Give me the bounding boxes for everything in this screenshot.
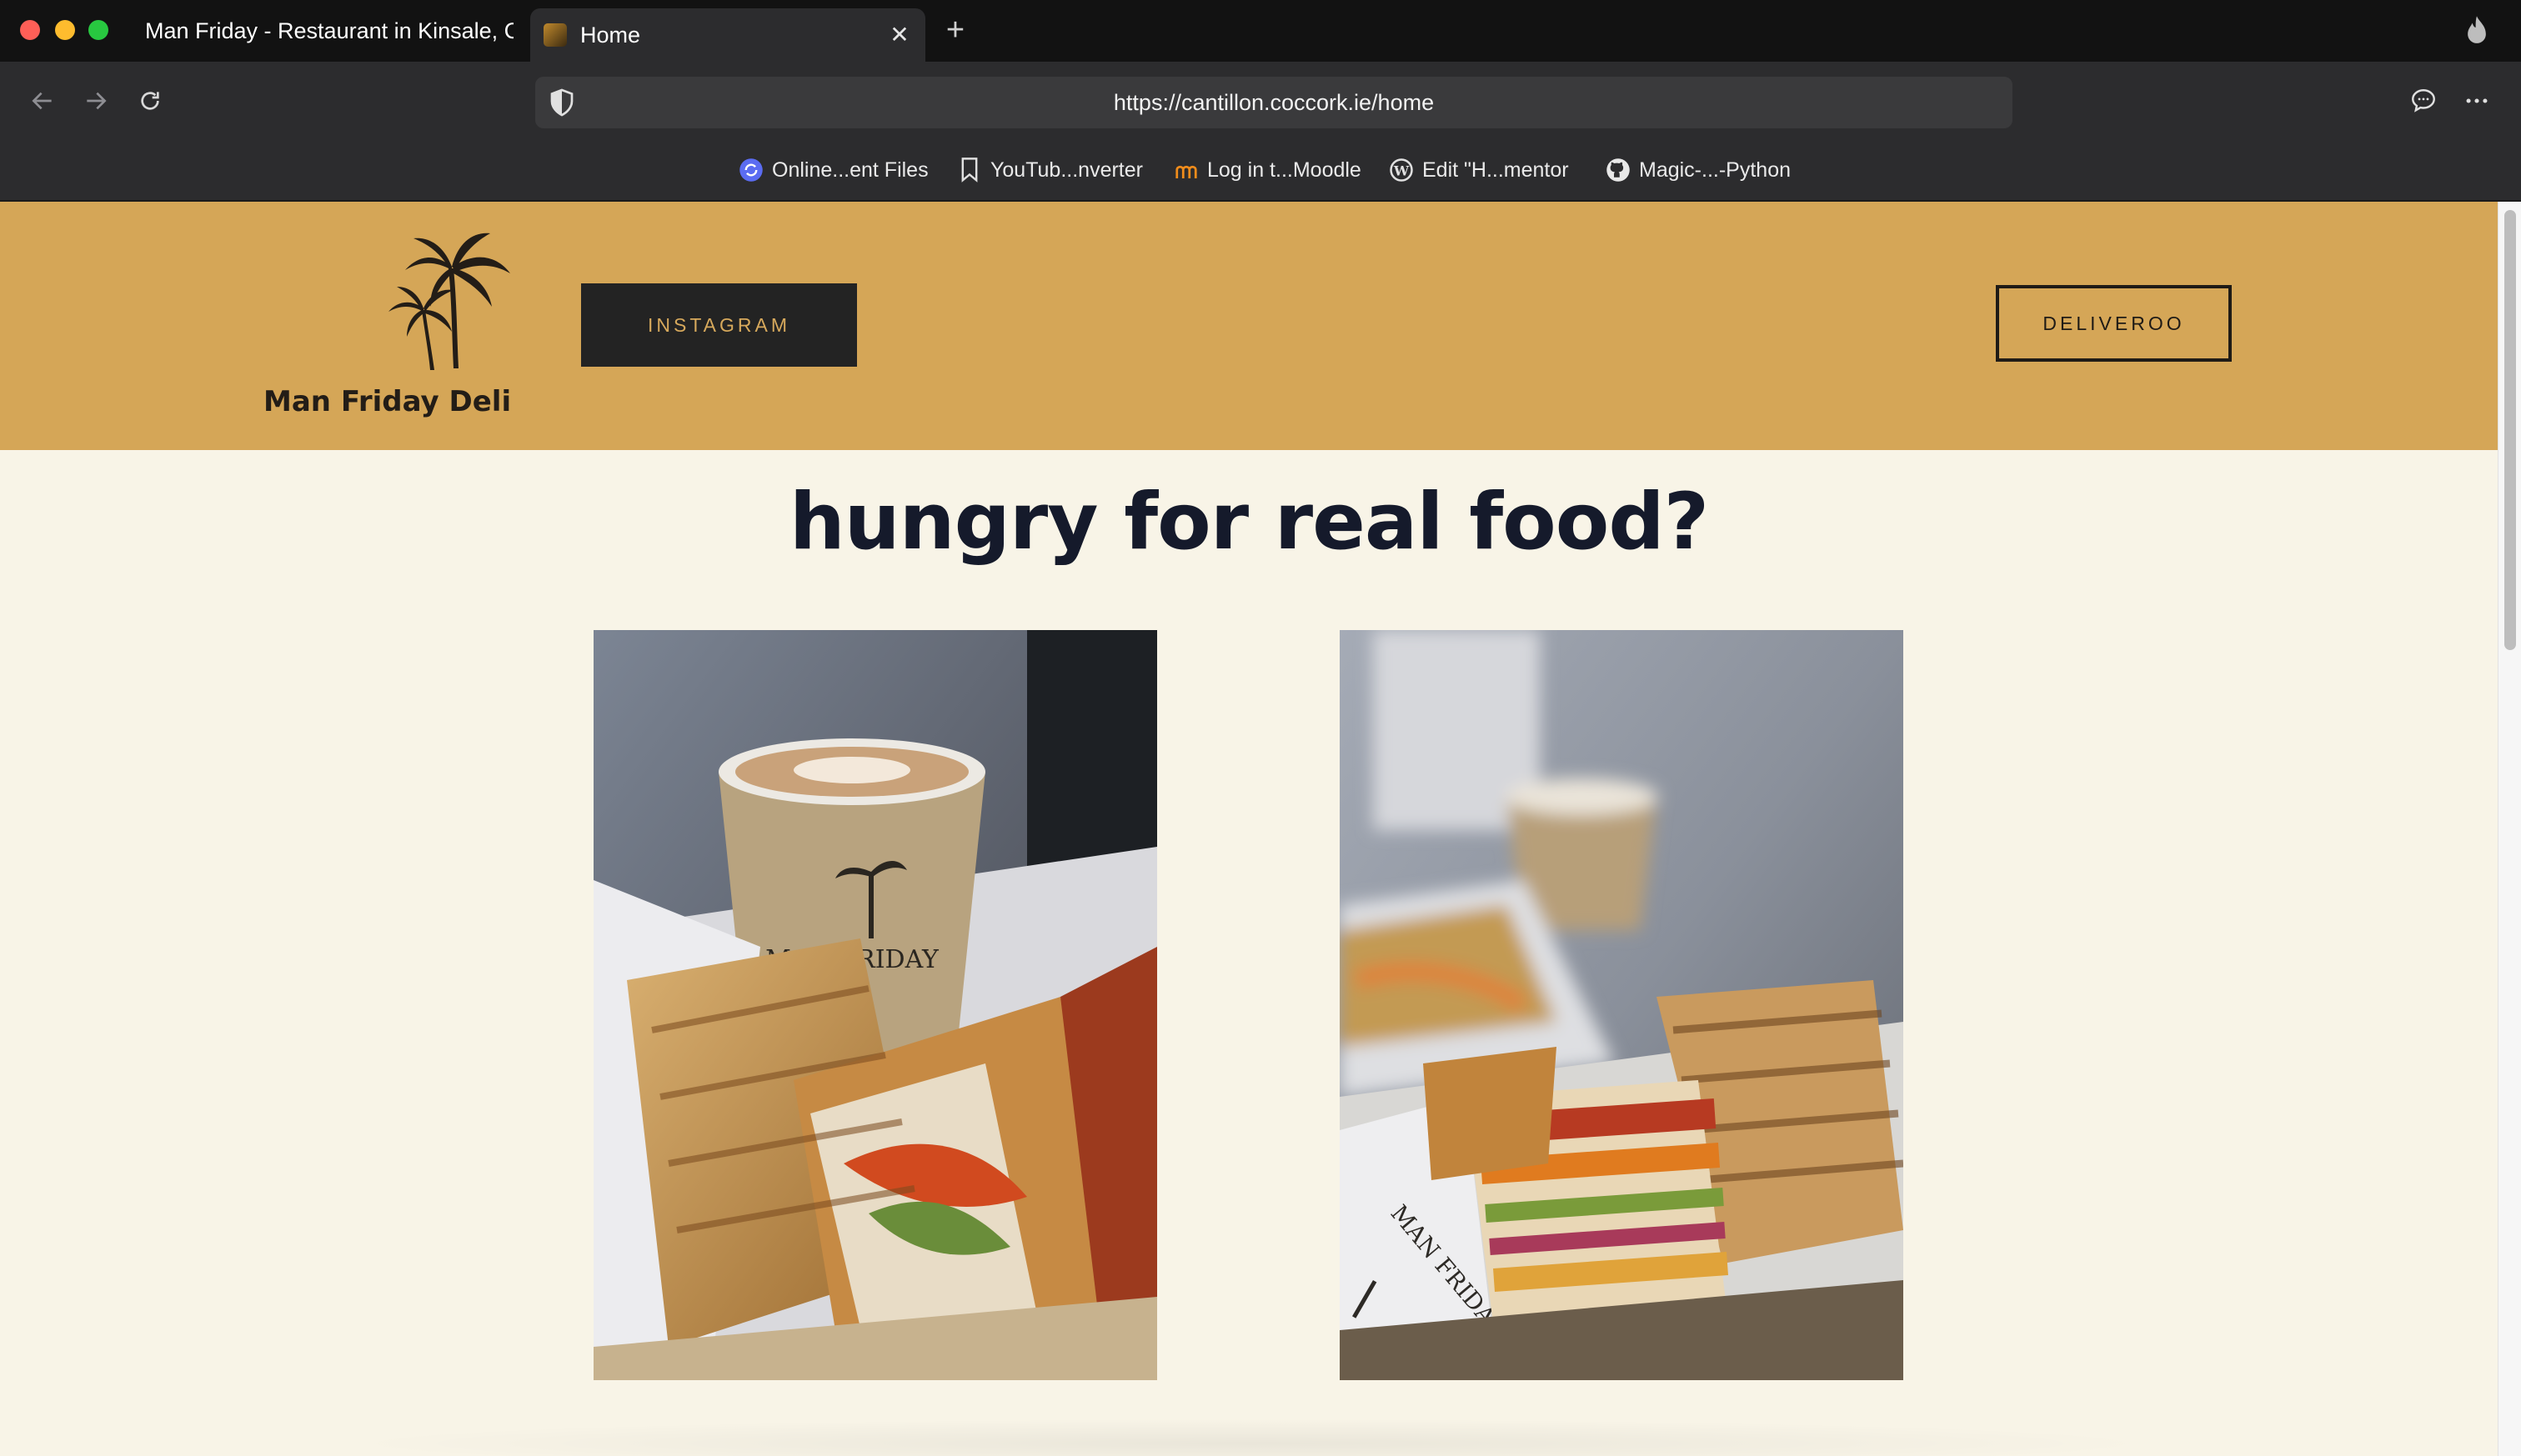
bookmark-icon bbox=[957, 158, 982, 183]
bookmark-magic-python[interactable]: Magic-...-Python bbox=[1606, 155, 1791, 185]
wordpress-icon: W bbox=[1389, 158, 1414, 183]
page-viewport: Man Friday Deli INSTAGRAM DELIVEROO hung… bbox=[0, 202, 2498, 1456]
flame-icon[interactable] bbox=[2463, 15, 2491, 47]
github-icon bbox=[1606, 158, 1631, 183]
bookmarks-bar: Online...ent Files YouTub...nverter Log … bbox=[0, 140, 2521, 202]
sync-icon bbox=[739, 158, 764, 183]
browser-window: Man Friday - Restaurant in Kinsale, C Ho… bbox=[0, 0, 2521, 1456]
svg-text:W: W bbox=[1393, 163, 1410, 178]
scrollbar-thumb[interactable] bbox=[2504, 210, 2516, 650]
zoom-window-button[interactable] bbox=[88, 20, 108, 40]
bookmark-online-files[interactable]: Online...ent Files bbox=[739, 155, 929, 185]
tab-home[interactable]: Home ✕ bbox=[530, 8, 925, 62]
reload-icon[interactable] bbox=[131, 82, 169, 120]
close-tab-icon[interactable]: ✕ bbox=[885, 20, 914, 48]
more-menu-icon[interactable] bbox=[2458, 82, 2496, 120]
tab-bar: Man Friday - Restaurant in Kinsale, C Ho… bbox=[0, 0, 2521, 62]
moodle-icon bbox=[1174, 158, 1199, 183]
close-window-button[interactable] bbox=[20, 20, 40, 40]
site-logo[interactable]: Man Friday Deli bbox=[258, 227, 542, 418]
tab-title: Man Friday - Restaurant in Kinsale, C bbox=[145, 18, 514, 43]
tab-man-friday[interactable]: Man Friday - Restaurant in Kinsale, C bbox=[143, 0, 514, 62]
page-scrollbar[interactable] bbox=[2498, 202, 2521, 1456]
new-tab-icon[interactable]: + bbox=[937, 12, 974, 48]
url-text[interactable]: https://cantillon.coccork.ie/home bbox=[535, 90, 2012, 116]
chat-icon[interactable] bbox=[2404, 82, 2443, 120]
address-bar[interactable]: https://cantillon.coccork.ie/home bbox=[535, 77, 2012, 128]
food-photo-sandwich-coffee: MAN FRIDAY bbox=[594, 630, 1157, 1380]
back-arrow-icon[interactable] bbox=[23, 82, 62, 120]
forward-arrow-icon[interactable] bbox=[77, 82, 115, 120]
bookmark-moodle[interactable]: Log in t...Moodle bbox=[1174, 155, 1361, 185]
site-header: Man Friday Deli INSTAGRAM DELIVEROO bbox=[0, 202, 2498, 450]
bookmark-youtube-converter[interactable]: YouTub...nverter bbox=[957, 155, 1143, 185]
page-headline: hungry for real food? bbox=[789, 477, 1709, 568]
footer-shadow bbox=[333, 1418, 2168, 1456]
logo-text: Man Friday Deli bbox=[263, 385, 512, 418]
food-photo-club-sandwich: MAN FRIDAY bbox=[1340, 630, 1903, 1380]
tab-title: Home bbox=[580, 22, 641, 48]
bookmark-elementor[interactable]: W Edit "H...mentor bbox=[1389, 155, 1569, 185]
navigation-toolbar: https://cantillon.coccork.ie/home bbox=[0, 62, 2521, 140]
site-favicon-icon bbox=[544, 23, 567, 47]
instagram-button[interactable]: INSTAGRAM bbox=[581, 283, 857, 367]
minimize-window-button[interactable] bbox=[55, 20, 75, 40]
palm-trees-icon bbox=[388, 233, 510, 370]
deliveroo-button[interactable]: DELIVEROO bbox=[1996, 285, 2232, 362]
